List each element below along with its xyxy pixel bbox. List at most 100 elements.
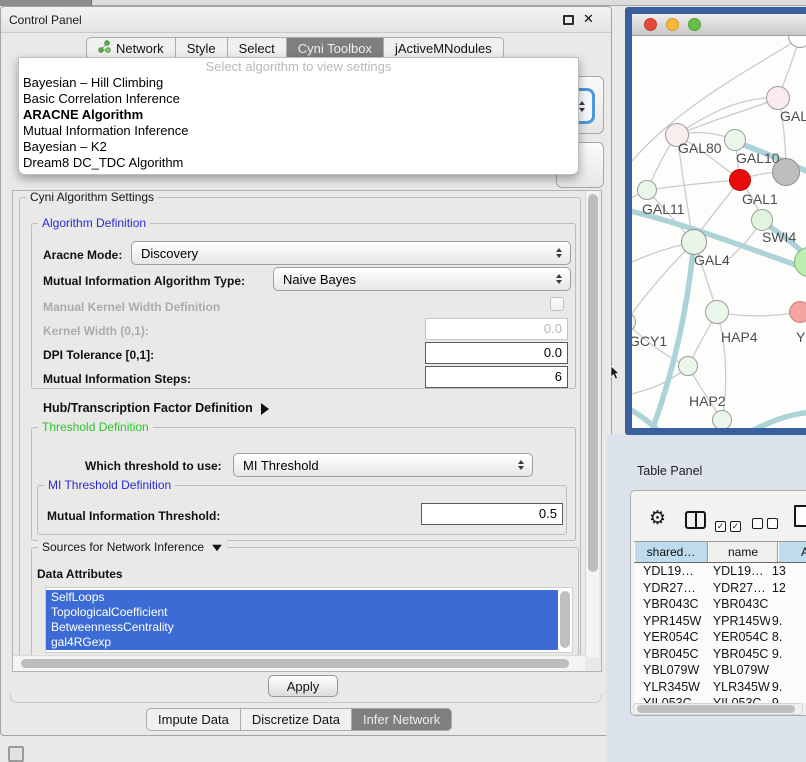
network-node[interactable] [705,300,729,324]
scrollbar-thumb[interactable] [588,194,598,572]
tab-jactivemnodules[interactable]: jActiveMNodules [384,37,504,59]
sources-toggle[interactable]: Sources for Network Inference [38,540,227,554]
table-row[interactable]: YLR345WYLR345W9. [634,679,806,696]
mi-algorithm-type-combobox[interactable]: Naive Bayes [273,267,571,291]
table-cell: 9 [770,696,806,703]
node-label-gal4: GAL4 [694,252,730,268]
attribute-betweennesscentrality[interactable]: BetweennessCentrality [46,620,558,635]
tab-style[interactable]: Style [176,37,228,59]
which-threshold-value: MI Threshold [243,458,319,473]
table-row[interactable]: YDL19…YDL19…13 [634,563,806,580]
algorithm-option-bayesian-k2[interactable]: Bayesian – K2 [19,139,578,155]
network-node[interactable] [789,301,806,323]
attribute-gal4rgexp[interactable]: gal4RGexp [46,635,558,650]
tab-select[interactable]: Select [228,37,287,59]
network-node[interactable] [724,129,746,151]
attribute-selfloops[interactable]: SelfLoops [46,590,558,605]
tab-discretize-data[interactable]: Discretize Data [241,708,352,731]
table-cell: YBR045C [704,647,770,661]
table-cell: YDL19… [704,564,770,578]
settings-horizontal-scrollbar[interactable] [13,655,585,671]
table-row[interactable]: YIL053CYIL053C9 [634,695,806,703]
tab-label: Style [187,41,216,56]
cyni-mode-tabs: Impute DataDiscretize DataInfer Network [146,708,452,731]
algorithm-option-mutual-information-inference[interactable]: Mutual Information Inference [19,123,578,139]
network-node[interactable] [678,356,698,376]
algorithm-dropdown-popup: Select algorithm to view settings Bayesi… [18,57,579,175]
scrollbar-thumb[interactable] [21,659,569,668]
split-view-icon[interactable] [685,511,706,529]
float-window-icon[interactable] [563,15,574,25]
mi-steps-field[interactable]: 6 [425,366,568,388]
table-cell: 8. [770,630,806,644]
dpi-tolerance-field[interactable]: 0.0 [425,342,568,364]
network-edge-highlighted[interactable] [750,412,806,428]
algorithm-option-bayesian-hill-climbing[interactable]: Bayesian – Hill Climbing [19,75,578,91]
network-edge-highlighted[interactable] [632,404,670,428]
table-row[interactable]: YBR045CYBR045C9. [634,646,806,663]
table-cell: YLR345W [704,680,770,694]
dropdown-placeholder: Select algorithm to view settings [19,59,578,75]
manual-kernel-width-checkbox[interactable] [550,297,564,311]
table-row[interactable]: YDR27…YDR27…12 [634,580,806,597]
column-header-shared[interactable]: shared… [634,542,708,562]
listbox-scrollbar[interactable] [560,591,570,648]
tab-impute-data[interactable]: Impute Data [146,708,241,731]
network-window-titlebar[interactable] [632,14,806,36]
macos-close-button[interactable] [644,18,657,31]
table-row[interactable]: YBL079WYBL079W [634,662,806,679]
network-edge[interactable] [677,98,778,135]
aracne-mode-combobox[interactable]: Discovery [131,241,571,265]
network-node[interactable] [637,180,657,200]
algorithm-option-aracne-algorithm[interactable]: ARACNE Algorithm [19,107,578,123]
network-node[interactable] [766,86,790,110]
settings-vertical-scrollbar[interactable] [585,191,599,657]
network-canvas[interactable]: GALGAL80GAL10GAL1GAL11SWI4GAL4GCY1HAP4YH… [632,36,806,428]
scrollbar-thumb[interactable] [637,705,795,713]
kernel-width-field[interactable]: 0.0 [425,318,568,340]
data-attributes-listbox[interactable]: SelfLoopsTopologicalCoefficientBetweenne… [45,587,573,653]
table-panel-title: Table Panel [637,464,702,478]
table-cell: YIL053C [634,696,704,703]
network-edge[interactable] [717,312,800,316]
screenshot-root: Control Panel ✕ NetworkStyleSelectCyni T… [0,0,806,762]
column-header-a[interactable]: A [778,542,806,562]
table-horizontal-scrollbar[interactable] [633,703,803,715]
tab-label: Cyni Toolbox [298,41,372,56]
close-icon[interactable]: ✕ [583,11,594,27]
table-cell: YER054C [704,630,770,644]
network-node[interactable] [729,169,751,191]
mi-algorithm-type-label: Mutual Information Algorithm Type: [43,274,245,288]
macos-minimize-button[interactable] [666,18,679,31]
tab-infer-network[interactable]: Infer Network [352,708,452,731]
document-icon[interactable] [794,505,806,527]
which-threshold-combobox[interactable]: MI Threshold [233,453,533,477]
table-row[interactable]: YER054CYER054C8. [634,629,806,646]
tab-cyni-toolbox[interactable]: Cyni Toolbox [287,37,384,59]
tab-network[interactable]: Network [86,37,176,59]
node-label-gal: GAL [780,108,806,124]
network-node[interactable] [751,209,773,231]
aracne-mode-label: Aracne Mode: [43,248,122,262]
grid-corner-icon[interactable] [8,746,24,762]
table-row[interactable]: YBR043CYBR043C [634,596,806,613]
gear-icon[interactable]: ⚙ [649,507,666,530]
macos-zoom-button[interactable] [688,18,701,31]
column-header-name[interactable]: name [708,542,778,562]
network-node[interactable] [712,410,732,428]
table-cell: YBR043C [704,597,770,611]
deselect-all-checkboxes-icon[interactable] [752,516,782,534]
group-title: Cyni Algorithm Settings [26,190,158,204]
algorithm-option-dream8-dc-tdc-algorithm[interactable]: Dream8 DC_TDC Algorithm [19,155,578,171]
algorithm-option-basic-correlation-inference[interactable]: Basic Correlation Inference [19,91,578,107]
node-label-hap2: HAP2 [689,393,726,409]
select-all-checkboxes-icon[interactable]: ✓✓ [715,516,745,534]
mi-threshold-field[interactable]: 0.5 [421,503,563,525]
table-cell: YPR145W [704,614,770,628]
node-label-y: Y [796,329,805,345]
mi-threshold-label: Mutual Information Threshold: [47,509,220,523]
hub-definition-toggle[interactable]: Hub/Transcription Factor Definition [43,401,269,415]
table-row[interactable]: YPR145WYPR145W9. [634,613,806,630]
attribute-topologicalcoefficient[interactable]: TopologicalCoefficient [46,605,558,620]
network-edge[interactable] [647,180,740,190]
